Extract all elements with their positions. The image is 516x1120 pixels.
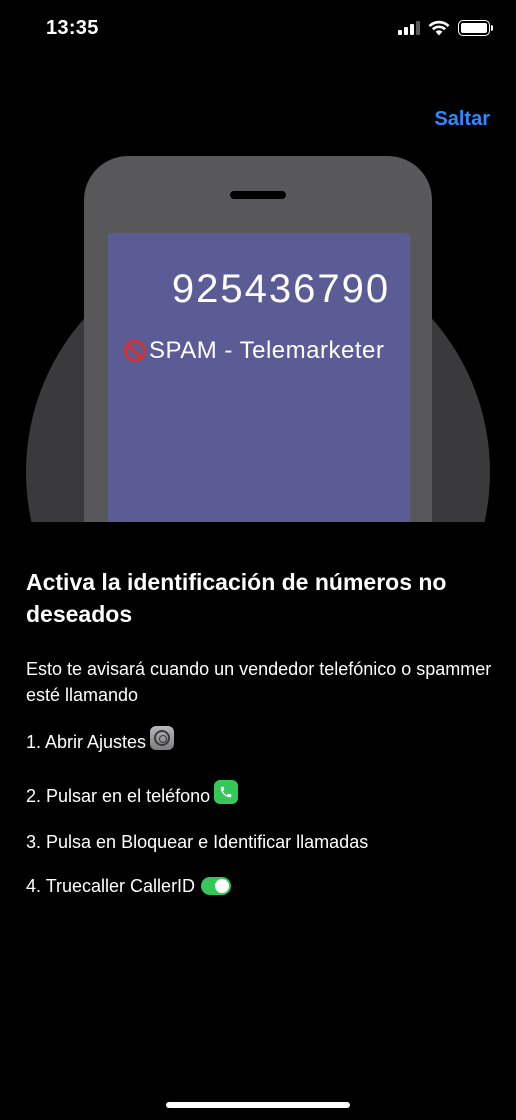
status-time: 13:35	[46, 17, 99, 39]
home-indicator[interactable]	[166, 1102, 350, 1108]
page-title: Activa la identificación de números no d…	[26, 569, 447, 627]
phone-icon	[214, 780, 239, 804]
toggle-on-icon	[201, 876, 232, 895]
step-label: 4. Truecaller CallerID	[26, 876, 196, 896]
illustration-phone-speaker	[230, 191, 286, 199]
step-open-settings: 1. Abrir Ajustes	[26, 726, 175, 754]
status-bar: 13:35	[0, 0, 516, 58]
illustration-phone-screen: 925436790 SPAM - Telemarketer	[108, 233, 410, 522]
status-icons	[398, 20, 493, 36]
phone-illustration: 925436790 SPAM - Telemarketer	[0, 150, 516, 522]
caller-number: 925436790	[171, 267, 391, 311]
wifi-icon	[428, 20, 450, 36]
spam-label: SPAM - Telemarketer	[124, 337, 384, 365]
prohibited-icon	[124, 340, 146, 362]
settings-icon	[150, 726, 175, 750]
step-label: 1. Abrir Ajustes	[26, 731, 147, 752]
spam-label-text: SPAM - Telemarketer	[149, 337, 385, 364]
illustration-phone-body: 925436790 SPAM - Telemarketer	[84, 156, 432, 522]
step-block-identify: 3. Pulsa en Bloquear e Identificar llama…	[26, 832, 368, 853]
cellular-signal-icon	[398, 21, 420, 35]
step-label: 2. Pulsar en el teléfono	[26, 785, 211, 806]
battery-icon	[458, 20, 493, 36]
step-truecaller-callerid: 4. Truecaller CallerID	[26, 876, 232, 897]
step-label: 3. Pulsa en Bloquear e Identificar llama…	[26, 832, 369, 852]
skip-button[interactable]: Saltar	[434, 108, 490, 131]
step-tap-phone: 2. Pulsar en el teléfono	[26, 780, 239, 808]
page-description: Esto te avisará cuando un vendedor telef…	[26, 659, 492, 705]
